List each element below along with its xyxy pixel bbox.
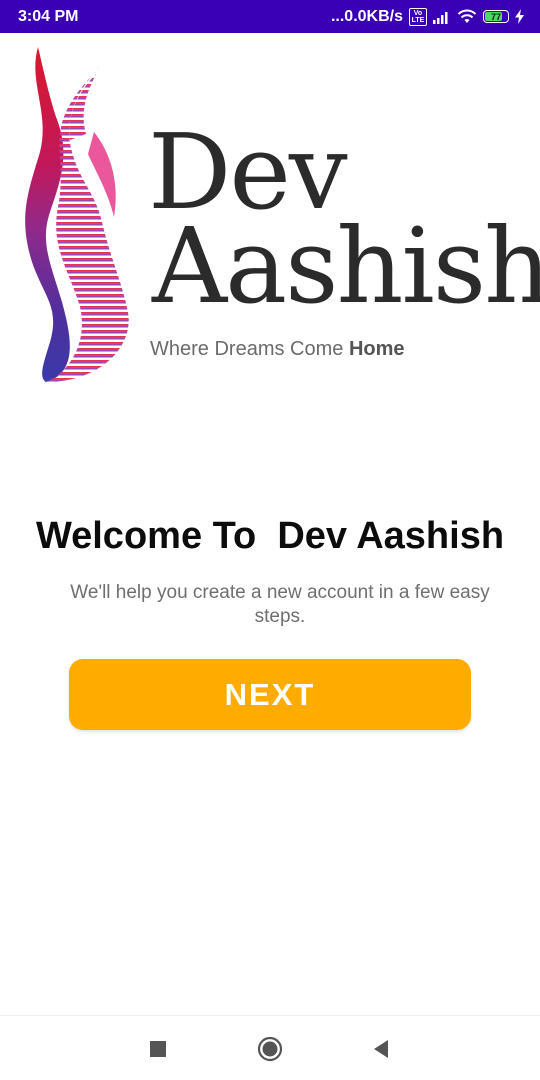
home-button[interactable] — [257, 1036, 283, 1062]
recents-icon — [150, 1041, 166, 1057]
tagline-text: Where Dreams Come — [150, 338, 349, 360]
wifi-icon — [457, 9, 477, 23]
system-nav-bar — [0, 1015, 540, 1080]
back-button[interactable] — [368, 1036, 394, 1062]
brand-logo: Dev Aashish Where Dreams Come Home — [10, 42, 540, 392]
logo-tagline: Where Dreams Come Home — [150, 338, 405, 361]
next-button[interactable]: NEXT — [69, 659, 471, 730]
welcome-title: Welcome To Dev Aashish — [35, 515, 505, 557]
recents-button[interactable] — [145, 1036, 171, 1062]
signal-icon — [433, 11, 448, 24]
charging-icon — [515, 9, 524, 24]
tagline-bold: Home — [348, 338, 405, 360]
battery-level: 77 — [490, 11, 501, 22]
home-icon — [257, 1036, 283, 1062]
status-bar: 3:04 PM ...0.0KB/s Vo LTE 77 — [0, 0, 540, 33]
logo-word-aashish: Aashish — [152, 205, 540, 327]
volte-icon: Vo LTE — [409, 7, 427, 26]
network-speed: ...0.0KB/s — [330, 7, 403, 25]
flame-emblem-icon — [25, 47, 129, 382]
back-icon — [374, 1040, 388, 1058]
welcome-subtitle: We'll help you create a new account in a… — [70, 582, 490, 627]
status-time: 3:04 PM — [18, 7, 79, 25]
battery-icon: 77 — [483, 10, 509, 23]
status-icons: ...0.0KB/s Vo LTE 77 — [330, 7, 524, 26]
